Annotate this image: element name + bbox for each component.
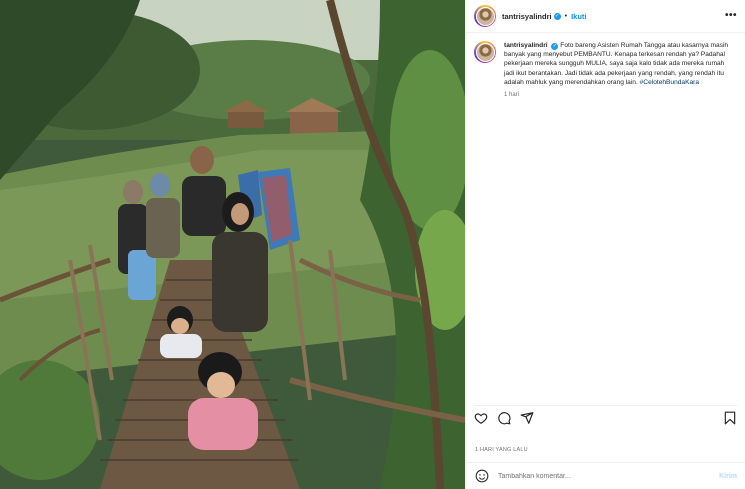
comment-icon[interactable]	[497, 411, 511, 425]
post-date: 1 HARI YANG LALU	[475, 447, 528, 453]
caption-text: tantrisyalindri ✓ Foto bareng Asisten Ru…	[504, 41, 736, 87]
post-photo-image	[0, 0, 465, 489]
follow-button[interactable]: Ikuti	[571, 12, 586, 21]
verified-icon: ✓	[553, 12, 561, 20]
caption-author-avatar[interactable]	[474, 41, 496, 63]
caption-hashtag[interactable]: #CelotehBundaKara	[640, 79, 699, 86]
caption-username[interactable]: tantrisyalindri	[504, 42, 548, 49]
author-avatar[interactable]	[474, 5, 496, 27]
more-icon[interactable]: •••	[725, 10, 737, 21]
caption-timestamp: 1 hari	[504, 92, 520, 99]
share-icon[interactable]	[520, 411, 534, 425]
post-photo[interactable]	[0, 0, 465, 489]
post-actions	[474, 405, 737, 425]
comment-bar: Kirim	[466, 462, 745, 489]
heart-icon[interactable]	[474, 411, 488, 425]
comment-input[interactable]	[498, 472, 698, 480]
emoji-icon[interactable]	[475, 469, 489, 483]
post-header: tantrisyalindri ✓ • Ikuti •••	[466, 0, 745, 33]
bookmark-icon[interactable]	[723, 411, 737, 425]
post-comment-button[interactable]: Kirim	[719, 473, 737, 480]
author-username[interactable]: tantrisyalindri	[502, 12, 552, 21]
separator-dot: •	[564, 12, 568, 20]
post-side-panel: tantrisyalindri ✓ • Ikuti ••• tantrisyal…	[465, 0, 745, 489]
caption: tantrisyalindri ✓ Foto bareng Asisten Ru…	[474, 41, 738, 98]
